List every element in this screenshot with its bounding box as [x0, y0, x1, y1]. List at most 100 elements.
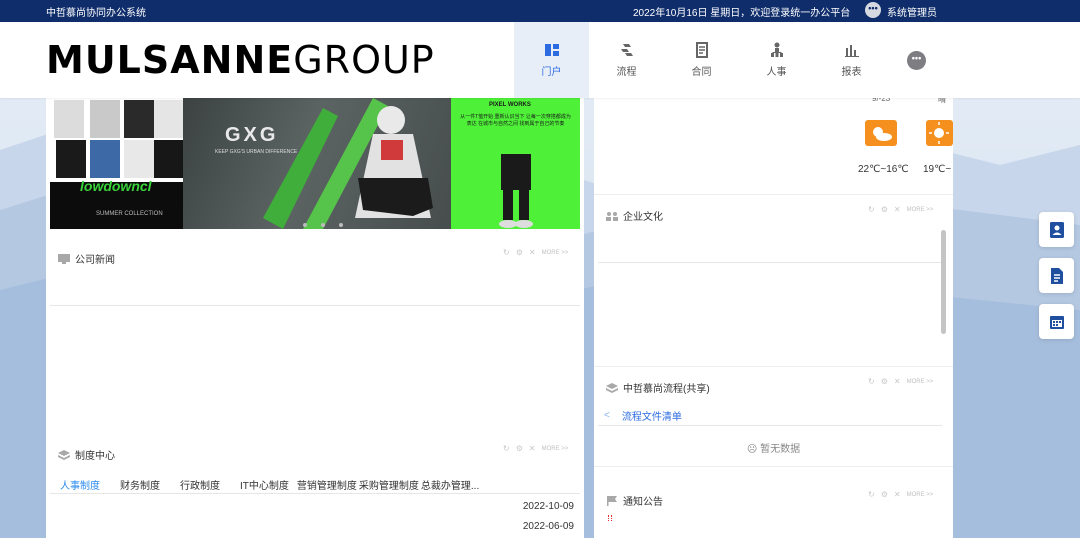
tab-admin-policy[interactable]: 行政制度	[180, 477, 220, 492]
hr-icon	[770, 42, 783, 57]
sun-cloud-icon	[865, 120, 897, 146]
news-panel-tools: ↻ ⚙ ✕ MORE >>	[503, 248, 568, 257]
calendar-button[interactable]	[1039, 304, 1074, 339]
banner-main: GXG KEEP GXG'S URBAN DIFFERENCE	[183, 98, 451, 229]
refresh-icon[interactable]: ↻	[503, 248, 510, 257]
gear-icon[interactable]: ⚙	[516, 444, 523, 453]
empty-icon: ☹	[746, 444, 761, 455]
left-column: lowdowncl SUMMER COLLECTION GXG KEEP GXG…	[46, 98, 584, 538]
flow-panel-title: 中哲慕尚流程(共享)	[606, 380, 710, 395]
layers-icon	[58, 449, 70, 460]
news-icon	[58, 253, 70, 264]
document-button[interactable]	[1039, 258, 1074, 293]
banner-slogan: KEEP GXG'S URBAN DIFFERENCE	[215, 149, 298, 155]
tab-finance-policy[interactable]: 财务制度	[120, 477, 160, 492]
divider	[598, 262, 942, 263]
divider	[594, 194, 953, 195]
banner-script-text: lowdowncl	[80, 178, 152, 194]
nav-report-label: 报表	[841, 67, 862, 78]
flow-file-list-tab[interactable]: 流程文件清单	[622, 408, 682, 423]
header: MULSANNEGROUP 门户 流程 合同 人事 报表 •••	[0, 22, 1080, 98]
divider	[50, 493, 580, 494]
report-icon	[844, 45, 859, 57]
nav-portal[interactable]: 门户	[514, 22, 589, 98]
more-dots-icon[interactable]: •••	[907, 51, 926, 70]
culture-panel-title: 企业文化	[606, 208, 663, 223]
close-icon[interactable]: ✕	[529, 444, 536, 453]
culture-scrollbar[interactable]	[941, 230, 946, 334]
close-icon[interactable]: ✕	[529, 248, 536, 257]
tab-purchase-policy[interactable]: 采购管理制度	[359, 477, 419, 492]
contract-icon	[695, 42, 708, 58]
policy-panel-tools: ↻ ⚙ ✕ MORE >>	[503, 444, 568, 453]
close-icon[interactable]: ✕	[894, 377, 901, 386]
nav-contract-label: 合同	[691, 67, 712, 78]
policy-row-date[interactable]: 2022-10-09	[523, 501, 574, 512]
nav-contract[interactable]: 合同	[664, 22, 739, 98]
portal-icon	[544, 44, 559, 56]
notice-more-link[interactable]: MORE >>	[907, 492, 934, 498]
system-name: 中哲慕尚协同办公系统	[46, 8, 146, 19]
user-menu-icon[interactable]: •••	[865, 2, 881, 18]
weather-temp: 22℃~16℃	[858, 164, 909, 175]
nav-report[interactable]: 报表	[814, 22, 889, 98]
tab-marketing-policy[interactable]: 营销管理制度	[297, 477, 357, 492]
gear-icon[interactable]: ⚙	[881, 377, 888, 386]
divider	[594, 366, 953, 367]
empty-state: ☹ 暂无数据	[746, 444, 801, 455]
culture-more-link[interactable]: MORE >>	[907, 207, 934, 213]
chevron-left-icon[interactable]: <	[604, 410, 610, 421]
banner-collage: lowdowncl SUMMER COLLECTION	[50, 98, 184, 229]
close-icon[interactable]: ✕	[894, 205, 901, 214]
weather-temp: 19℃~	[923, 164, 952, 175]
gear-icon[interactable]: ⚙	[881, 205, 888, 214]
refresh-icon[interactable]: ↻	[868, 490, 875, 499]
banner-promo: PIXEL WORKS 从一件T恤开始 重新认识当下 让每一次穿搭都成为表达 在…	[451, 98, 580, 229]
nav-portal-label: 门户	[541, 67, 562, 78]
close-icon[interactable]: ✕	[894, 490, 901, 499]
contacts-button[interactable]	[1039, 212, 1074, 247]
date-welcome-text: 2022年10月16日 星期日，欢迎登录统一办公平台	[633, 8, 851, 19]
calendar-icon	[1049, 315, 1064, 329]
refresh-icon[interactable]: ↻	[503, 444, 510, 453]
nav-workflow[interactable]: 流程	[589, 22, 664, 98]
culture-panel-tools: ↻ ⚙ ✕ MORE >>	[868, 205, 933, 214]
contacts-icon	[1049, 221, 1064, 238]
refresh-icon[interactable]: ↻	[868, 205, 875, 214]
gear-icon[interactable]: ⚙	[881, 490, 888, 499]
company-logo: MULSANNEGROUP	[46, 38, 435, 82]
right-column: 9/-23 晴 22℃~16℃ 19℃~ 企业文化 ↻ ⚙ ✕ MORE >> 中哲慕…	[594, 94, 953, 538]
workflow-icon	[620, 44, 633, 56]
gear-icon[interactable]: ⚙	[516, 248, 523, 257]
flow-link-row: < 流程文件清单	[604, 408, 682, 423]
policy-row-date[interactable]: 2022-06-09	[523, 521, 574, 532]
document-icon	[1050, 267, 1063, 284]
new-indicator	[608, 515, 612, 521]
flow-panel-tools: ↻ ⚙ ✕ MORE >>	[868, 377, 933, 386]
top-bar: 中哲慕尚协同办公系统 2022年10月16日 星期日，欢迎登录统一办公平台 ••…	[0, 0, 1080, 22]
tab-ceo-office-policy[interactable]: 总裁办管理...	[421, 477, 479, 492]
refresh-icon[interactable]: ↻	[868, 377, 875, 386]
tab-hr-policy[interactable]: 人事制度	[60, 477, 100, 492]
sun-icon	[926, 120, 953, 146]
news-panel-title: 公司新闻	[58, 251, 115, 266]
carousel-indicators[interactable]	[303, 223, 343, 227]
news-more-link[interactable]: MORE >>	[542, 250, 569, 256]
policy-more-link[interactable]: MORE >>	[542, 446, 569, 452]
tab-it-policy[interactable]: IT中心制度	[240, 477, 289, 492]
nav-hr-label: 人事	[766, 67, 787, 78]
divider	[598, 425, 942, 426]
banner-artwork	[263, 98, 433, 229]
flag-icon	[607, 495, 617, 506]
nav-hr[interactable]: 人事	[739, 22, 814, 98]
banner-carousel[interactable]: lowdowncl SUMMER COLLECTION GXG KEEP GXG…	[50, 98, 580, 229]
nav-workflow-label: 流程	[616, 67, 637, 78]
banner-promo-text: 从一件T恤开始 重新认识当下 让每一次穿搭都成为表达 在城市与自然之间 找到属于…	[460, 114, 571, 127]
policy-panel-title: 制度中心	[58, 447, 115, 462]
flow-more-link[interactable]: MORE >>	[907, 379, 934, 385]
weather-widget: 9/-23 晴 22℃~16℃ 19℃~	[594, 94, 953, 194]
banner-brand: GXG	[225, 124, 279, 146]
notice-panel-title: 通知公告	[606, 493, 663, 508]
user-name[interactable]: 系统管理员	[887, 4, 937, 19]
notice-panel-tools: ↻ ⚙ ✕ MORE >>	[868, 490, 933, 499]
